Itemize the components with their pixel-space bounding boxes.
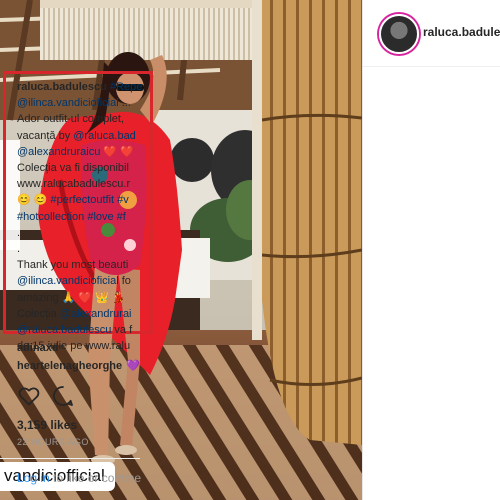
caption-line: . [17, 225, 177, 241]
comments-list: adinaxd heartelenagheorghe 💜 [17, 339, 140, 375]
caption-link[interactable]: #hotcollection #love #f [17, 211, 126, 223]
caption-line: @alexandruraicu ❤️ ❤️ [17, 144, 177, 160]
header-username[interactable]: raluca.badulescu [423, 25, 500, 39]
caption-text: vacanță by [17, 129, 74, 142]
action-bar [17, 384, 137, 412]
caption-line: @raluca.badulescu va f [17, 322, 177, 338]
caption-line: Thank you most beauti [17, 257, 177, 273]
login-prompt-text: to like or comme [49, 471, 142, 485]
post-sidebar: raluca.badulescu [362, 0, 500, 500]
comment-username[interactable]: heartelenagheorghe [17, 360, 122, 372]
post-header: raluca.badulescu [363, 0, 500, 67]
caption-line: amazing 🙏 ❤️ 👑 💃 [17, 290, 177, 306]
caption-line: @ilinca.vandicioficial ... [17, 95, 177, 111]
caption-text: Colecția va fi disponibil [17, 162, 129, 175]
comment-text: 💜 [126, 360, 140, 372]
caption-text: . [17, 243, 21, 256]
caption-link[interactable]: #perfectoutfit #v [51, 194, 129, 206]
caption-text: Ador outfit-ul complet, [17, 113, 124, 126]
caption-line: www.ralucabadulescu.r [17, 176, 177, 192]
caption-text: 😊 😊 [17, 194, 51, 207]
caption-text: Colecția [17, 307, 60, 320]
caption-text: va f [111, 324, 133, 337]
caption-line: raluca.badulescu #Repe [17, 79, 177, 95]
caption-line: . [17, 241, 177, 257]
caption-link[interactable]: #Repe [110, 81, 142, 93]
caption-link[interactable]: @raluca.badulescu [17, 324, 111, 336]
caption-link[interactable]: @alexandrurai [60, 308, 132, 320]
caption-text: www.ralucabadulescu.r [17, 178, 131, 191]
caption-line: Colecția va fi disponibil [17, 160, 177, 176]
comment-icon[interactable] [51, 384, 75, 408]
caption-text: ... [118, 97, 131, 110]
caption-link[interactable]: @ilinca.vandicioficial [17, 97, 119, 109]
caption-text: amazing 🙏 ❤️ 👑 💃 [17, 291, 126, 304]
caption-line: @ilinca.vandicioficial fo [17, 273, 177, 289]
caption-link[interactable]: @alexandruraicu [17, 146, 100, 158]
caption-link[interactable]: @ilinca.vandicioficial [17, 275, 119, 287]
caption-line: #hotcollection #love #f [17, 209, 177, 225]
caption-line: Colecția @alexandrurai [17, 306, 177, 322]
likes-count[interactable]: 3,159 likes [17, 418, 77, 432]
post-caption: raluca.badulescu #Repe @ilinca.vandiciofi… [17, 79, 177, 354]
post-timestamp[interactable]: 22 HOURS AGO [17, 437, 89, 447]
heart-icon[interactable] [17, 384, 41, 408]
login-prompt: Log in to like or comme [17, 471, 141, 485]
caption-username[interactable]: raluca.badulescu [17, 81, 107, 93]
login-link[interactable]: Log in [17, 471, 50, 485]
caption-text: Thank you most beauti [17, 259, 129, 272]
comment-item: heartelenagheorghe 💜 [17, 357, 140, 375]
divider [0, 458, 140, 459]
caption-text: ❤️ ❤️ [100, 145, 134, 158]
caption-line: 😊 😊 #perfectoutfit #v [17, 192, 177, 208]
caption-line: vacanță by @raluca.bad [17, 128, 177, 144]
caption-link[interactable]: @raluca.bad [73, 130, 136, 142]
caption-text: . [17, 226, 21, 239]
avatar[interactable] [379, 14, 419, 54]
caption-line: Ador outfit-ul complet, [17, 111, 177, 127]
comment-item: adinaxd [17, 339, 140, 357]
caption-text: fo [118, 275, 131, 288]
comment-username[interactable]: adinaxd [17, 342, 59, 354]
